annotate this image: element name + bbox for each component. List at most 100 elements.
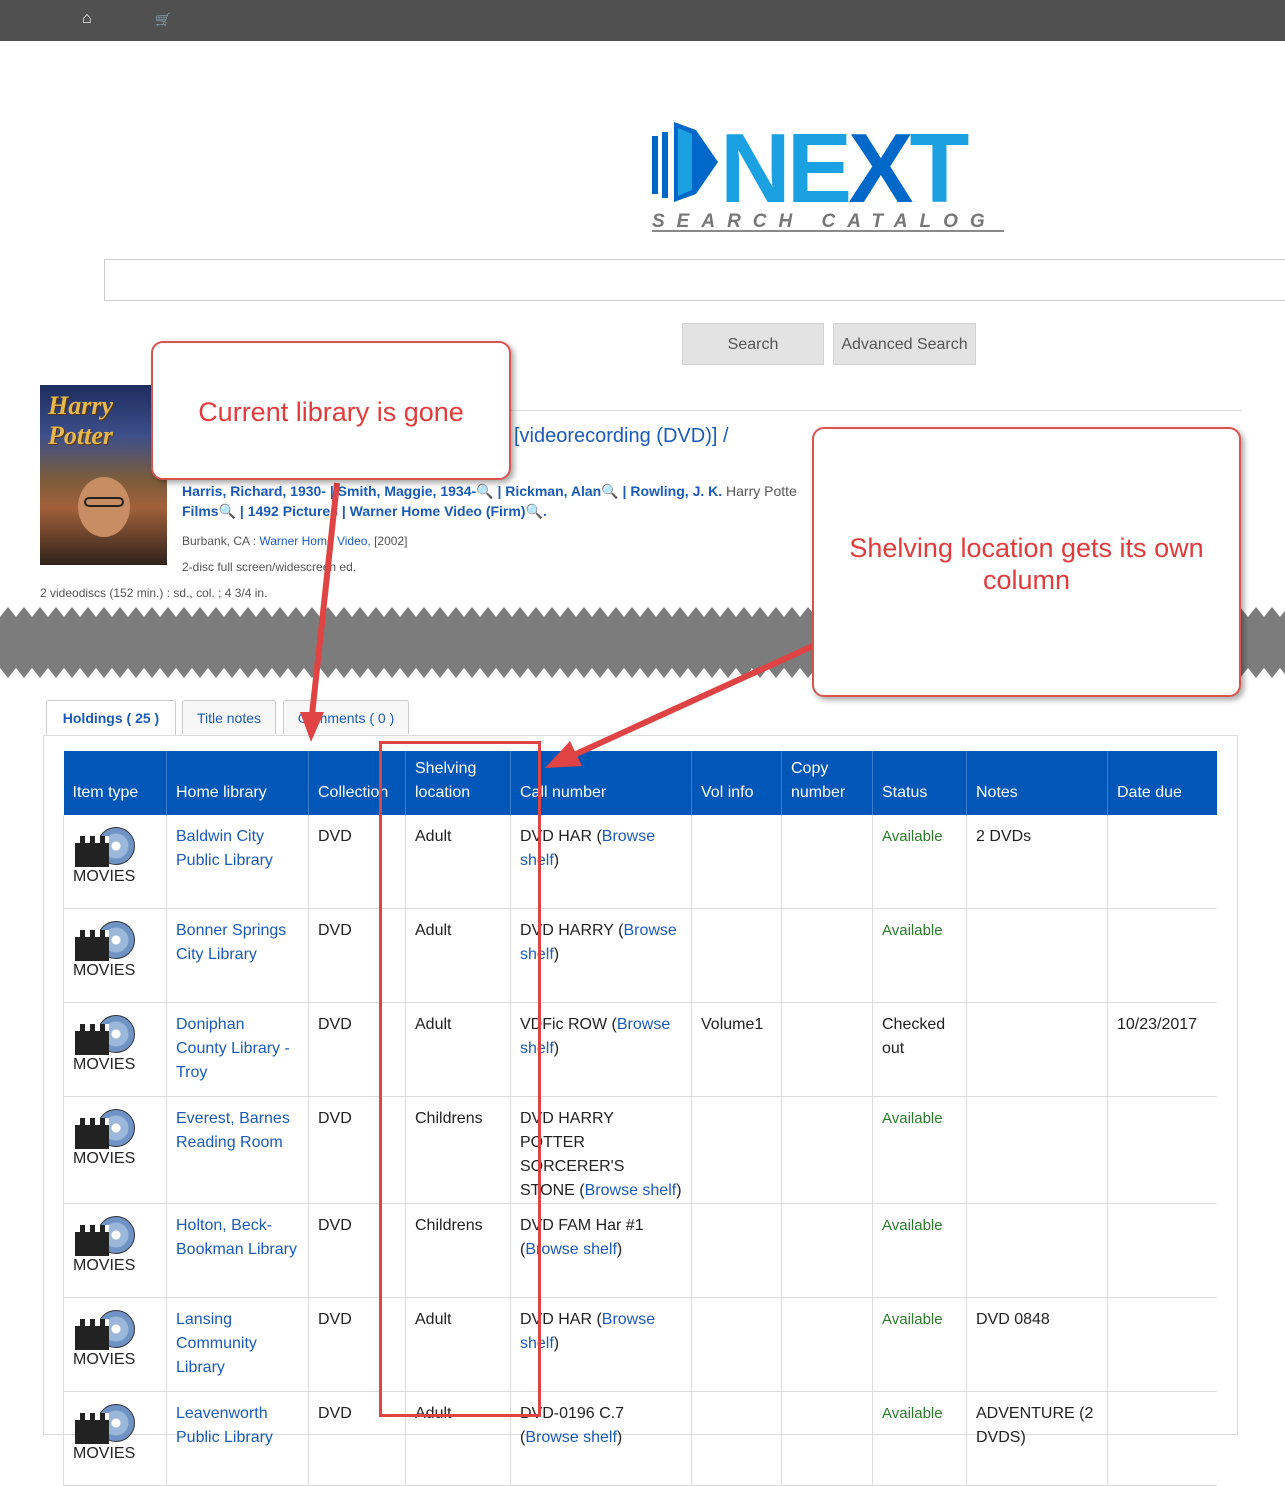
home-library-link[interactable]: Everest, Barnes Reading Room <box>166 1096 309 1204</box>
status-text: Available <box>882 1110 943 1127</box>
item-type-label: MOVIES <box>73 1351 136 1368</box>
browse-shelf-link[interactable]: Browse shelf <box>525 1429 617 1446</box>
item-type-label: MOVIES <box>73 868 136 885</box>
vol-info-cell <box>691 1391 782 1486</box>
table-header-row: Item type Home library Collection Shelvi… <box>63 751 1217 815</box>
status-cell: Available <box>872 815 967 909</box>
vol-info-cell <box>691 1297 782 1392</box>
advanced-search-button[interactable]: Advanced Search <box>833 323 976 365</box>
table-row: MOVIES Baldwin City Public Library DVD Adul… <box>63 815 1217 909</box>
cover-image[interactable]: Harry Potter <box>40 385 167 565</box>
home-library-link[interactable]: Holton, Beck-Bookman Library <box>166 1203 309 1298</box>
tab-title-notes[interactable]: Title notes <box>182 700 276 734</box>
next-search-catalog-logo[interactable]: NEXT SEARCH CATALOG <box>650 118 1010 238</box>
date-due-cell <box>1107 1391 1217 1486</box>
tab-comments[interactable]: Comments ( 0 ) <box>283 700 409 734</box>
callout-shelving-location: Shelving location gets its own column <box>812 427 1241 697</box>
status-cell: Available <box>872 908 967 1003</box>
vol-info-cell <box>691 815 782 909</box>
table-row: MOVIES Lansing Community Library DVD Adult D… <box>63 1297 1217 1392</box>
date-due-cell <box>1107 908 1217 1003</box>
status-cell: Available <box>872 1096 967 1204</box>
home-library-link[interactable]: Lansing Community Library <box>166 1297 309 1392</box>
date-due-cell <box>1107 815 1217 909</box>
item-type-cell: MOVIES <box>63 815 167 909</box>
logo-underline <box>652 230 1004 232</box>
record-title[interactable]: [videorecording (DVD)] / <box>514 425 729 448</box>
publisher-link[interactable]: Warner Home Video, <box>259 534 370 548</box>
item-type-cell: MOVIES <box>63 1096 167 1204</box>
date-due-cell <box>1107 1297 1217 1392</box>
book-logo-icon <box>652 122 718 202</box>
item-type-cell: MOVIES <box>63 1297 167 1392</box>
movie-item-icon: MOVIES <box>73 1013 135 1075</box>
table-row: MOVIES Holton, Beck-Bookman Library DVD Chi… <box>63 1203 1217 1298</box>
table-row: MOVIES Leavenworth Public Library DVD Adult… <box>63 1391 1217 1486</box>
search-button[interactable]: Search <box>682 323 824 365</box>
copy-number-cell <box>781 1096 873 1204</box>
movie-item-icon: MOVIES <box>73 825 135 887</box>
copy-number-cell <box>781 1203 873 1298</box>
home-library-link[interactable]: Baldwin City Public Library <box>166 815 309 909</box>
movie-item-icon: MOVIES <box>73 1107 135 1169</box>
date-due-cell: 10/23/2017 <box>1107 1002 1217 1097</box>
table-row: MOVIES Doniphan County Library - Troy DVD A… <box>63 1002 1217 1097</box>
header-notes[interactable]: Notes <box>966 751 1108 815</box>
status-text: Available <box>882 1217 943 1234</box>
status-text: Available <box>882 922 943 939</box>
item-type-label: MOVIES <box>73 1150 136 1167</box>
authors-line-2[interactable]: Harris, Richard, 1930- | Smith, Maggie, … <box>182 481 822 501</box>
movie-item-icon: MOVIES <box>73 919 135 981</box>
notes-cell: DVD 0848 <box>966 1297 1108 1392</box>
publication-info: Burbank, CA : Warner Home Video, [2002] <box>182 534 408 548</box>
item-type-label: MOVIES <box>73 1257 136 1274</box>
home-library-link[interactable]: Doniphan County Library - Troy <box>166 1002 309 1097</box>
authors-line-3[interactable]: Films🔍 | 1492 Pictures | Warner Home Vid… <box>182 501 822 521</box>
tab-holdings[interactable]: Holdings ( 25 ) <box>46 700 176 735</box>
table-row: MOVIES Everest, Barnes Reading Room DVD Chi… <box>63 1096 1217 1204</box>
copy-number-cell <box>781 1002 873 1097</box>
notes-cell <box>966 1096 1108 1204</box>
browse-shelf-link[interactable]: Browse shelf <box>585 1182 677 1199</box>
vol-info-cell: Volume1 <box>691 1002 782 1097</box>
header-vol-info[interactable]: Vol info <box>691 751 782 815</box>
movie-item-icon: MOVIES <box>73 1308 135 1370</box>
header-home-library[interactable]: Home library <box>166 751 309 815</box>
home-library-link[interactable]: Bonner Springs City Library <box>166 908 309 1003</box>
physical-description: 2 videodiscs (152 min.) : sd., col. ; 4 … <box>40 586 268 600</box>
copy-number-cell <box>781 1297 873 1392</box>
status-cell: Available <box>872 1297 967 1392</box>
notes-cell <box>966 1203 1108 1298</box>
table-row: MOVIES Bonner Springs City Library DVD Adul… <box>63 908 1217 1003</box>
header-status[interactable]: Status <box>872 751 967 815</box>
status-cell: Available <box>872 1203 967 1298</box>
status-cell: Checked out <box>872 1002 967 1097</box>
copy-number-cell <box>781 1391 873 1486</box>
notes-cell: ADVENTURE (2 DVDS) <box>966 1391 1108 1486</box>
movie-item-icon: MOVIES <box>73 1402 135 1464</box>
search-input[interactable] <box>104 259 1285 301</box>
cart-icon[interactable]: 🛒 <box>155 12 171 28</box>
edition-info: 2-disc full screen/widescreen ed. <box>182 560 357 574</box>
status-text: Checked out <box>882 1016 946 1057</box>
item-type-cell: MOVIES <box>63 908 167 1003</box>
vol-info-cell <box>691 908 782 1003</box>
home-icon[interactable]: ⌂ <box>82 10 92 28</box>
notes-cell <box>966 908 1108 1003</box>
item-type-label: MOVIES <box>73 962 136 979</box>
logo-wordmark: NEXT <box>720 113 969 223</box>
item-type-label: MOVIES <box>73 1056 136 1073</box>
header-item-type[interactable]: Item type <box>63 751 167 815</box>
header-copy-number[interactable]: Copy number <box>781 751 873 815</box>
notes-cell: 2 DVDs <box>966 815 1108 909</box>
vol-info-cell <box>691 1096 782 1204</box>
date-due-cell <box>1107 1096 1217 1204</box>
home-library-link[interactable]: Leavenworth Public Library <box>166 1391 309 1486</box>
date-due-cell <box>1107 1203 1217 1298</box>
status-text: Available <box>882 1311 943 1328</box>
item-type-label: MOVIES <box>73 1445 136 1462</box>
header-date-due[interactable]: Date due <box>1107 751 1217 815</box>
item-type-cell: MOVIES <box>63 1391 167 1486</box>
callout-current-library: Current library is gone <box>151 341 511 480</box>
item-type-cell: MOVIES <box>63 1203 167 1298</box>
